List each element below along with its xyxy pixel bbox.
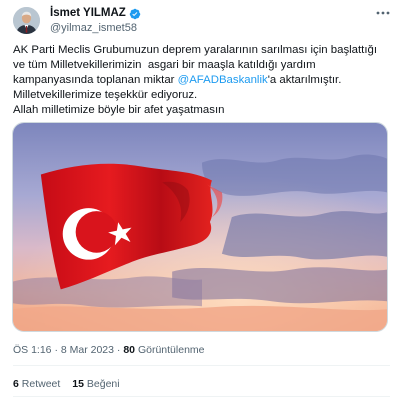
tweet-photo[interactable]	[12, 122, 388, 332]
author-name-row[interactable]: İsmet YILMAZ	[50, 6, 141, 20]
retweets-stat[interactable]: 6 Retweet	[13, 378, 60, 391]
tweet-text: AK Parti Meclis Grubumuzun deprem yarala…	[13, 43, 393, 118]
tweet-date[interactable]: 8 Mar 2023	[61, 344, 114, 356]
more-options-icon[interactable]	[375, 6, 391, 20]
tweet-time[interactable]: ÖS 1:16	[13, 344, 52, 356]
retweets-count: 6	[13, 378, 19, 390]
verified-badge-icon	[129, 7, 141, 20]
meta-separator: ·	[54, 344, 58, 356]
divider-bottom	[13, 396, 390, 397]
likes-count: 15	[72, 378, 84, 390]
likes-label: Beğeni	[86, 378, 120, 390]
flag-photo-illustration	[13, 123, 387, 331]
engagement-stats: 6 Retweet 15 Beğeni	[13, 378, 120, 391]
divider	[13, 365, 390, 366]
tweet-card: İsmet YILMAZ @yilmaz_ismet58 AK Parti Me…	[0, 0, 403, 401]
views-count: 80	[123, 344, 136, 356]
meta-separator-2: ·	[116, 344, 121, 356]
likes-stat[interactable]: 15 Beğeni	[72, 378, 119, 391]
retweets-label: Retweet	[21, 378, 61, 390]
tweet-meta: ÖS 1:16 · 8 Mar 2023 · 80 Görüntülenme	[13, 344, 205, 357]
user-handle[interactable]: @yilmaz_ismet58	[50, 21, 137, 35]
mention-link[interactable]: @AFADBaskanlik	[178, 74, 268, 86]
avatar[interactable]	[13, 7, 40, 34]
display-name[interactable]: İsmet YILMAZ	[50, 6, 126, 20]
views-label: Görüntülenme	[137, 344, 205, 356]
